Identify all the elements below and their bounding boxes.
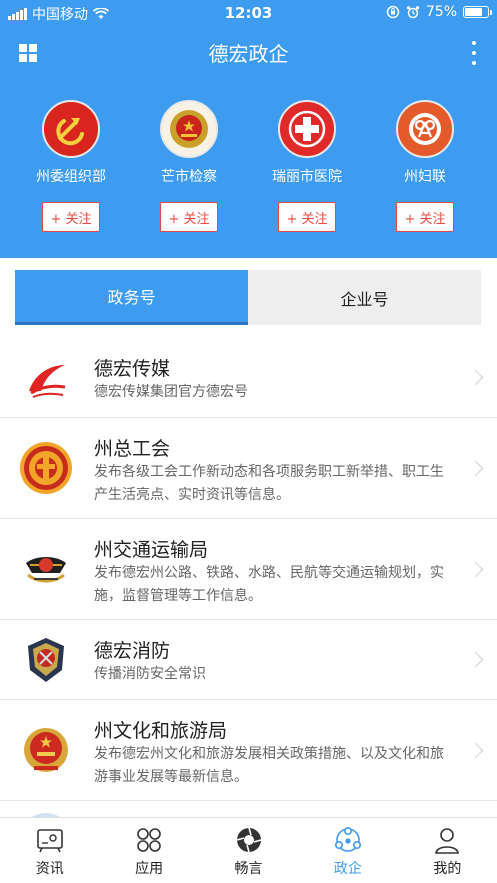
featured-name: 州委组织部 <box>36 169 106 185</box>
featured-name: 州妇联 <box>404 169 446 185</box>
item-name: 德宏传媒 <box>94 358 171 380</box>
item-name: 州交通运输局 <box>94 539 209 561</box>
featured-account[interactable]: 芒市检察 + 关注 <box>130 100 248 232</box>
bottom-nav: 资讯 应用 畅言 政企 我的 <box>0 817 497 883</box>
nav-profile[interactable]: 我的 <box>398 818 497 883</box>
status-bar: 中国移动 12:03 75% <box>0 0 497 26</box>
list-item[interactable]: 德宏传媒 德宏传媒集团官方德宏号 <box>0 338 497 418</box>
battery-percent: 75% <box>425 4 457 20</box>
featured-name: 瑞丽市医院 <box>272 169 342 185</box>
trade-union-logo-icon <box>20 442 72 494</box>
item-name: 德宏消防 <box>94 640 171 662</box>
item-description: 德宏传媒集团官方德宏号 <box>94 384 248 400</box>
chevron-right-icon <box>467 561 484 578</box>
item-description: 发布各级工会工作新动态和各项服务职工新举措、职工生产生活亮点、实时资讯等信息。 <box>94 464 444 503</box>
list-item[interactable]: 州交通运输局 发布德宏州公路、铁路、水路、民航等交通运输规划，实施，监督管理等工… <box>0 519 497 620</box>
nav-label: 我的 <box>433 861 462 877</box>
nav-apps[interactable]: 应用 <box>99 818 198 883</box>
network-icon <box>333 826 363 854</box>
hospital-cross-icon <box>278 100 336 158</box>
follow-button[interactable]: + 关注 <box>160 202 218 232</box>
apps-icon <box>134 826 164 854</box>
media-logo-icon <box>20 352 72 404</box>
account-list: 德宏传媒 德宏传媒集团官方德宏号 州总工会 发布各级工会工作新动态和各项服务职工… <box>0 338 497 865</box>
battery-fill <box>465 8 482 16</box>
alarm-icon <box>406 6 419 19</box>
tab-enterprise[interactable]: 企业号 <box>248 270 481 325</box>
featured-name: 芒市检察 <box>161 169 217 185</box>
chevron-right-icon <box>467 742 484 759</box>
news-icon <box>35 826 65 854</box>
status-right: 75% <box>386 4 492 20</box>
featured-accounts: 州委组织部 + 关注 芒市检察 + 关注 瑞丽市医院 + 关注 州妇联 + 关注 <box>0 100 497 232</box>
nav-news[interactable]: 资讯 <box>0 818 99 883</box>
featured-account[interactable]: 州委组织部 + 关注 <box>12 100 130 232</box>
battery-icon <box>463 6 492 18</box>
item-name: 州文化和旅游局 <box>94 720 228 742</box>
fire-badge-icon <box>20 634 72 686</box>
party-emblem-icon <box>42 100 100 158</box>
user-icon <box>432 826 462 854</box>
item-description: 发布德宏州公路、铁路、水路、民航等交通运输规划，实施，监督管理等工作信息。 <box>94 565 444 604</box>
featured-account[interactable]: 瑞丽市医院 + 关注 <box>248 100 366 232</box>
nav-label: 应用 <box>135 861 164 877</box>
chevron-right-icon <box>467 369 484 386</box>
national-emblem-icon <box>20 724 72 776</box>
women-federation-emblem-icon <box>396 100 454 158</box>
nav-label: 政企 <box>333 861 362 877</box>
camera-aperture-icon <box>234 826 264 854</box>
nav-government[interactable]: 政企 <box>298 818 397 883</box>
follow-button[interactable]: + 关注 <box>278 202 336 232</box>
list-item[interactable]: 州总工会 发布各级工会工作新动态和各项服务职工新举措、职工生产生活亮点、实时资讯… <box>0 418 497 519</box>
tab-government[interactable]: 政务号 <box>15 270 248 325</box>
rotation-lock-icon <box>386 5 400 19</box>
list-item[interactable]: 州文化和旅游局 发布德宏州文化和旅游发展相关政策措施、以及文化和旅游事业发展等最… <box>0 700 497 801</box>
item-name: 州总工会 <box>94 438 171 460</box>
nav-forum[interactable]: 畅言 <box>199 818 298 883</box>
more-options-icon[interactable] <box>471 41 477 65</box>
tab-bar: 政务号 企业号 <box>0 258 497 338</box>
follow-button[interactable]: + 关注 <box>396 202 454 232</box>
nav-label: 资讯 <box>35 861 64 877</box>
list-item[interactable]: 德宏消防 传播消防安全常识 <box>0 620 497 700</box>
item-description: 传播消防安全常识 <box>94 666 206 682</box>
featured-account[interactable]: 州妇联 + 关注 <box>366 100 484 232</box>
transport-badge-icon <box>20 543 72 595</box>
follow-button[interactable]: + 关注 <box>42 202 100 232</box>
chevron-right-icon <box>467 651 484 668</box>
page-title: 德宏政企 <box>208 42 289 66</box>
header: 德宏政企 州委组织部 + 关注 芒市检察 + 关注 瑞丽市医院 + 关注 州妇联… <box>0 26 497 258</box>
nav-label: 畅言 <box>234 861 263 877</box>
procuratorate-emblem-icon <box>160 100 218 158</box>
chevron-right-icon <box>467 460 484 477</box>
item-description: 发布德宏州文化和旅游发展相关政策措施、以及文化和旅游事业发展等最新信息。 <box>94 746 444 785</box>
